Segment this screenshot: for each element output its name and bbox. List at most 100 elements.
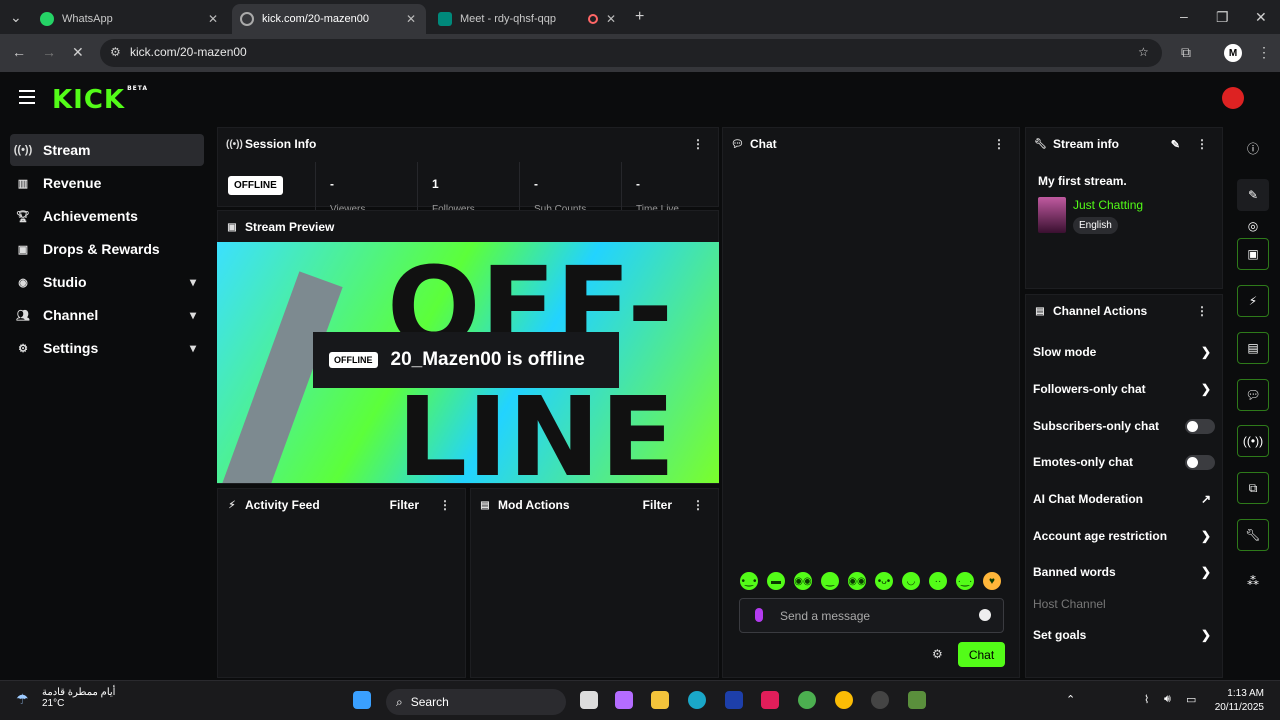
preview-tool-icon[interactable]: ▣ — [1237, 238, 1269, 270]
chrome-icon[interactable] — [798, 691, 816, 709]
sidebar-item-revenue[interactable]: ▥ Revenue — [10, 167, 204, 199]
loading-icon — [240, 12, 254, 26]
microphone-icon[interactable] — [755, 608, 763, 622]
category-link[interactable]: Just Chatting — [1073, 198, 1143, 212]
stream-preview-image[interactable]: OFF- LINE OFFLINE 20_Mazen00 is offline — [217, 242, 719, 483]
site-info-icon[interactable]: ⚙ — [110, 45, 121, 59]
more-options-icon[interactable]: ⋮ — [692, 137, 704, 151]
account-age-row[interactable]: Account age restriction ❯ — [1033, 523, 1215, 549]
sidebar-item-stream[interactable]: ((•)) Stream — [10, 134, 204, 166]
extensions-icon[interactable]: ⧉ — [1181, 44, 1191, 61]
more-options-icon[interactable]: ⋮ — [993, 137, 1005, 151]
more-options-icon[interactable]: ⋮ — [1196, 304, 1208, 318]
filter-button[interactable]: Filter — [390, 498, 419, 512]
taskbar-search[interactable]: ⌕ Search — [386, 689, 566, 715]
sidebar-item-drops[interactable]: ▣ Drops & Rewards — [10, 233, 204, 265]
sidebar-item-channel[interactable]: 👥︎ Channel ▾ — [10, 299, 204, 331]
bookmark-star-icon[interactable]: ☆ — [1138, 45, 1149, 59]
stop-loading-icon[interactable]: ✕ — [72, 44, 84, 61]
panel-header: ▣ Stream Preview — [218, 211, 718, 243]
sidebar-item-achievements[interactable]: 🏆︎ Achievements — [10, 200, 204, 232]
close-window-icon[interactable]: ✕ — [1255, 9, 1267, 26]
minimize-icon[interactable]: – — [1180, 8, 1188, 24]
emote-icon[interactable]: ·· — [929, 572, 947, 590]
broadcast-tool-icon[interactable]: ((•)) — [1237, 425, 1269, 457]
close-tab-icon[interactable]: ✕ — [406, 12, 416, 26]
tab-meet[interactable]: Meet - rdy-qhsf-qqp ✕ — [430, 4, 626, 34]
app-l-icon[interactable] — [725, 691, 743, 709]
user-avatar[interactable] — [1222, 87, 1244, 109]
profile-avatar[interactable]: M — [1224, 44, 1242, 62]
emotes-only-toggle[interactable] — [1185, 454, 1215, 470]
wifi-icon[interactable]: ⌇ — [1144, 693, 1149, 706]
more-options-icon[interactable]: ⋮ — [692, 498, 704, 512]
emote-icon[interactable]: ◡ — [902, 572, 920, 590]
url-field[interactable]: ⚙ kick.com/20-mazen00 ☆ — [100, 39, 1162, 67]
category-thumbnail[interactable] — [1038, 197, 1066, 233]
chat-settings-icon[interactable]: ⚙ — [932, 647, 943, 661]
file-explorer-icon[interactable] — [651, 691, 669, 709]
host-channel-row[interactable]: Host Channel — [1033, 591, 1215, 617]
info-icon[interactable]: ⓘ — [1237, 132, 1269, 164]
edit-icon[interactable]: ✎ — [1237, 179, 1269, 211]
edit-pencil-icon[interactable]: ✎ — [1171, 138, 1180, 151]
maximize-icon[interactable]: ❐ — [1216, 9, 1229, 26]
obs-icon[interactable] — [871, 691, 889, 709]
more-options-icon[interactable]: ⋮ — [1196, 137, 1208, 151]
slack-icon[interactable] — [761, 691, 779, 709]
new-tab-icon[interactable]: + — [635, 8, 644, 26]
minecraft-icon[interactable] — [908, 691, 926, 709]
kick-logo[interactable]: KICK BETA — [52, 85, 148, 115]
emote-icon[interactable]: •‿• — [740, 572, 758, 590]
tab-whatsapp[interactable]: WhatsApp ✕ — [32, 4, 228, 34]
banned-words-row[interactable]: Banned words ❯ — [1033, 559, 1215, 585]
subscribers-only-toggle[interactable] — [1185, 418, 1215, 434]
emote-icon[interactable]: •ᴗ• — [875, 572, 893, 590]
filter-button[interactable]: Filter — [643, 498, 672, 512]
send-chat-button[interactable]: Chat — [958, 642, 1005, 667]
chrome-profile-icon[interactable] — [835, 691, 853, 709]
bolt-tool-icon[interactable]: ⚡︎ — [1237, 285, 1269, 317]
notes-tool-icon[interactable]: ▤ — [1237, 332, 1269, 364]
layout-tool-icon[interactable]: ⧉ — [1237, 472, 1269, 504]
set-goals-row[interactable]: Set goals ❯ — [1033, 622, 1215, 648]
close-tab-icon[interactable]: ✕ — [606, 12, 616, 26]
weather-widget[interactable]: أيام ممطرة قادمة 21°C — [42, 687, 115, 709]
system-clock[interactable]: 1:13 AM 20/11/2025 — [1215, 687, 1264, 715]
back-icon[interactable]: ← — [12, 44, 26, 60]
emote-icon[interactable]: ‿ — [821, 572, 839, 590]
close-tab-icon[interactable]: ✕ — [208, 12, 218, 26]
ai-moderation-row[interactable]: AI Chat Moderation ↗ — [1033, 486, 1215, 512]
browser-menu-icon[interactable]: ⋮ — [1257, 44, 1271, 61]
tray-chevron-icon[interactable]: ⌃ — [1066, 693, 1075, 706]
add-widget-icon[interactable]: ⁂ — [1237, 565, 1269, 597]
tab-list-icon[interactable]: ⌄ — [10, 9, 22, 26]
windows-start-icon[interactable] — [353, 691, 371, 709]
emoji-picker-icon[interactable] — [979, 609, 991, 621]
emote-icon[interactable]: ◉◉ — [848, 572, 866, 590]
task-view-icon[interactable] — [580, 691, 598, 709]
sidebar-item-settings[interactable]: ⚙ Settings ▾ — [10, 332, 204, 364]
emote-icon[interactable]: ♥ — [983, 572, 1001, 590]
slow-mode-row[interactable]: Slow mode ❯ — [1033, 339, 1215, 365]
emote-icon[interactable]: ◉◉ — [794, 572, 812, 590]
copilot-icon[interactable] — [615, 691, 633, 709]
language-badge: English — [1073, 217, 1118, 234]
more-options-icon[interactable]: ⋮ — [439, 498, 451, 512]
forward-icon[interactable]: → — [42, 44, 56, 60]
clock-time: 1:13 AM — [1227, 688, 1264, 699]
chat-message-input[interactable] — [780, 605, 970, 627]
followers-only-row[interactable]: Followers-only chat ❯ — [1033, 376, 1215, 402]
panel-title: Mod Actions — [498, 498, 570, 512]
tab-kick[interactable]: kick.com/20-mazen00 ✕ — [232, 4, 426, 34]
edge-icon[interactable] — [688, 691, 706, 709]
wrench-tool-icon[interactable]: 🔧︎ — [1237, 519, 1269, 551]
chat-tool-icon[interactable]: 💬︎ — [1237, 379, 1269, 411]
emote-icon[interactable]: ▬ — [767, 572, 785, 590]
battery-icon[interactable]: ▭ — [1186, 693, 1196, 706]
emote-icon[interactable]: ·‿· — [956, 572, 974, 590]
sidebar-item-studio[interactable]: ◉ Studio ▾ — [10, 266, 204, 298]
stat-time-live: - Time Live — [622, 162, 720, 210]
volume-icon[interactable]: 🔊︎ — [1164, 693, 1171, 706]
menu-icon[interactable] — [19, 90, 35, 104]
